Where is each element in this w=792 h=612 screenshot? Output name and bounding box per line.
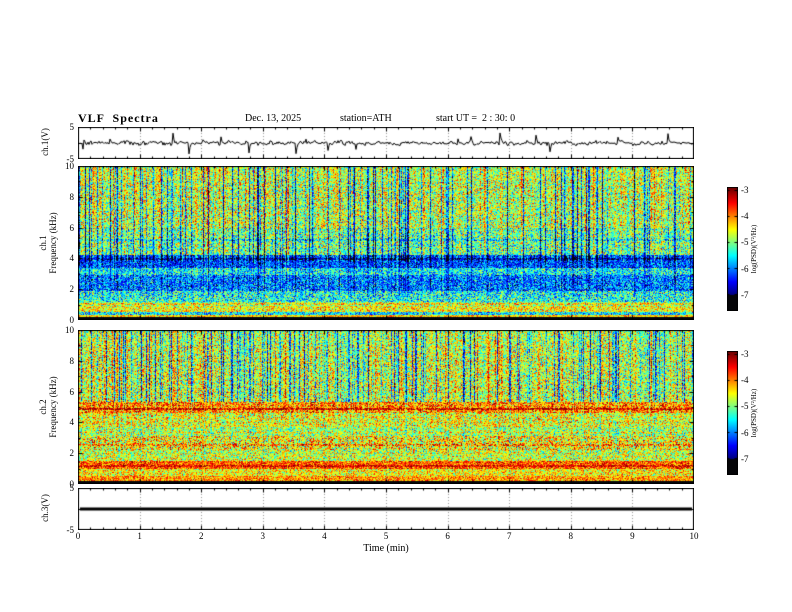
- x-tick-label: 3: [260, 531, 266, 541]
- spec1-y-tick-label: 6: [69, 222, 75, 233]
- spec1-channel-label: ch.1: [38, 235, 48, 251]
- ch1-waveform-canvas: [78, 127, 694, 159]
- spec2-y-tick-label: 6: [69, 386, 75, 397]
- ch1-spectrogram-canvas: [78, 166, 694, 320]
- x-tick-label: 1: [137, 531, 142, 541]
- x-tick-label: 4: [322, 531, 327, 541]
- spec1-y-tick-label: 4: [69, 253, 75, 264]
- ch1-voltage-tick-label: 5: [69, 122, 75, 132]
- x-tick-label: 5: [383, 531, 389, 541]
- spec1-y-tick-label: 0: [69, 315, 75, 325]
- plot-date: Dec. 13, 2025: [245, 113, 302, 124]
- vlf-spectra-figure: VLF Spectra Dec. 13, 2025 station=ATH st…: [0, 0, 792, 612]
- colorbar-2-tick-label: -7: [741, 454, 749, 465]
- ch2-spectrogram-canvas: [78, 330, 694, 484]
- colorbar-1-tick-label: -7: [741, 290, 749, 301]
- x-tick-label: 6: [445, 531, 450, 541]
- x-tick-label: 7: [506, 531, 512, 541]
- colorbar-2-tick-label: -6: [741, 427, 749, 438]
- ch1-voltage-tick-label: -5: [66, 154, 75, 164]
- spec2-y-tick-label: 10: [65, 325, 74, 335]
- colorbar-2-tick-label: -5: [741, 401, 749, 412]
- spec2-channel-label: ch.2: [38, 399, 48, 415]
- colorbar-1-tick-label: -3: [741, 184, 749, 195]
- colorbar-2-tick-label: -4: [741, 375, 749, 386]
- colorbar-2: [727, 351, 738, 475]
- station-label: station=ATH: [340, 113, 392, 124]
- spec2-y-tick-label: 4: [69, 417, 75, 428]
- colorbar-1-tick-label: -6: [741, 263, 749, 274]
- start-ut-label: start UT = 2 : 30: 0: [436, 113, 516, 124]
- ch3-voltage-tick-label: -5: [66, 525, 75, 535]
- spec2-y-tick-label: 2: [69, 448, 75, 459]
- plot-title: VLF Spectra: [78, 111, 159, 125]
- x-tick-label: 8: [568, 531, 574, 541]
- ch3-waveform-canvas: [78, 488, 694, 530]
- ch3-voltage-axis-label: ch.3(V): [40, 494, 50, 522]
- spec1-y-tick-label: 2: [69, 284, 75, 295]
- colorbar-1-tick-label: -5: [741, 237, 749, 248]
- colorbar-2-tick-label: -3: [741, 348, 749, 359]
- x-tick-label: 2: [198, 531, 204, 541]
- ch1-voltage-axis-label: ch.1(V): [40, 128, 50, 156]
- time-axis-label: Time (min): [363, 543, 409, 554]
- x-tick-label: 10: [689, 531, 699, 541]
- spec1-y-tick-label: 8: [69, 191, 75, 202]
- spec2-y-tick-label: 8: [69, 355, 75, 366]
- colorbar-1-tick-label: -4: [741, 211, 749, 222]
- x-tick-label: 9: [630, 531, 635, 541]
- colorbar-1: [727, 187, 738, 311]
- ch3-voltage-tick-label: 5: [69, 483, 75, 493]
